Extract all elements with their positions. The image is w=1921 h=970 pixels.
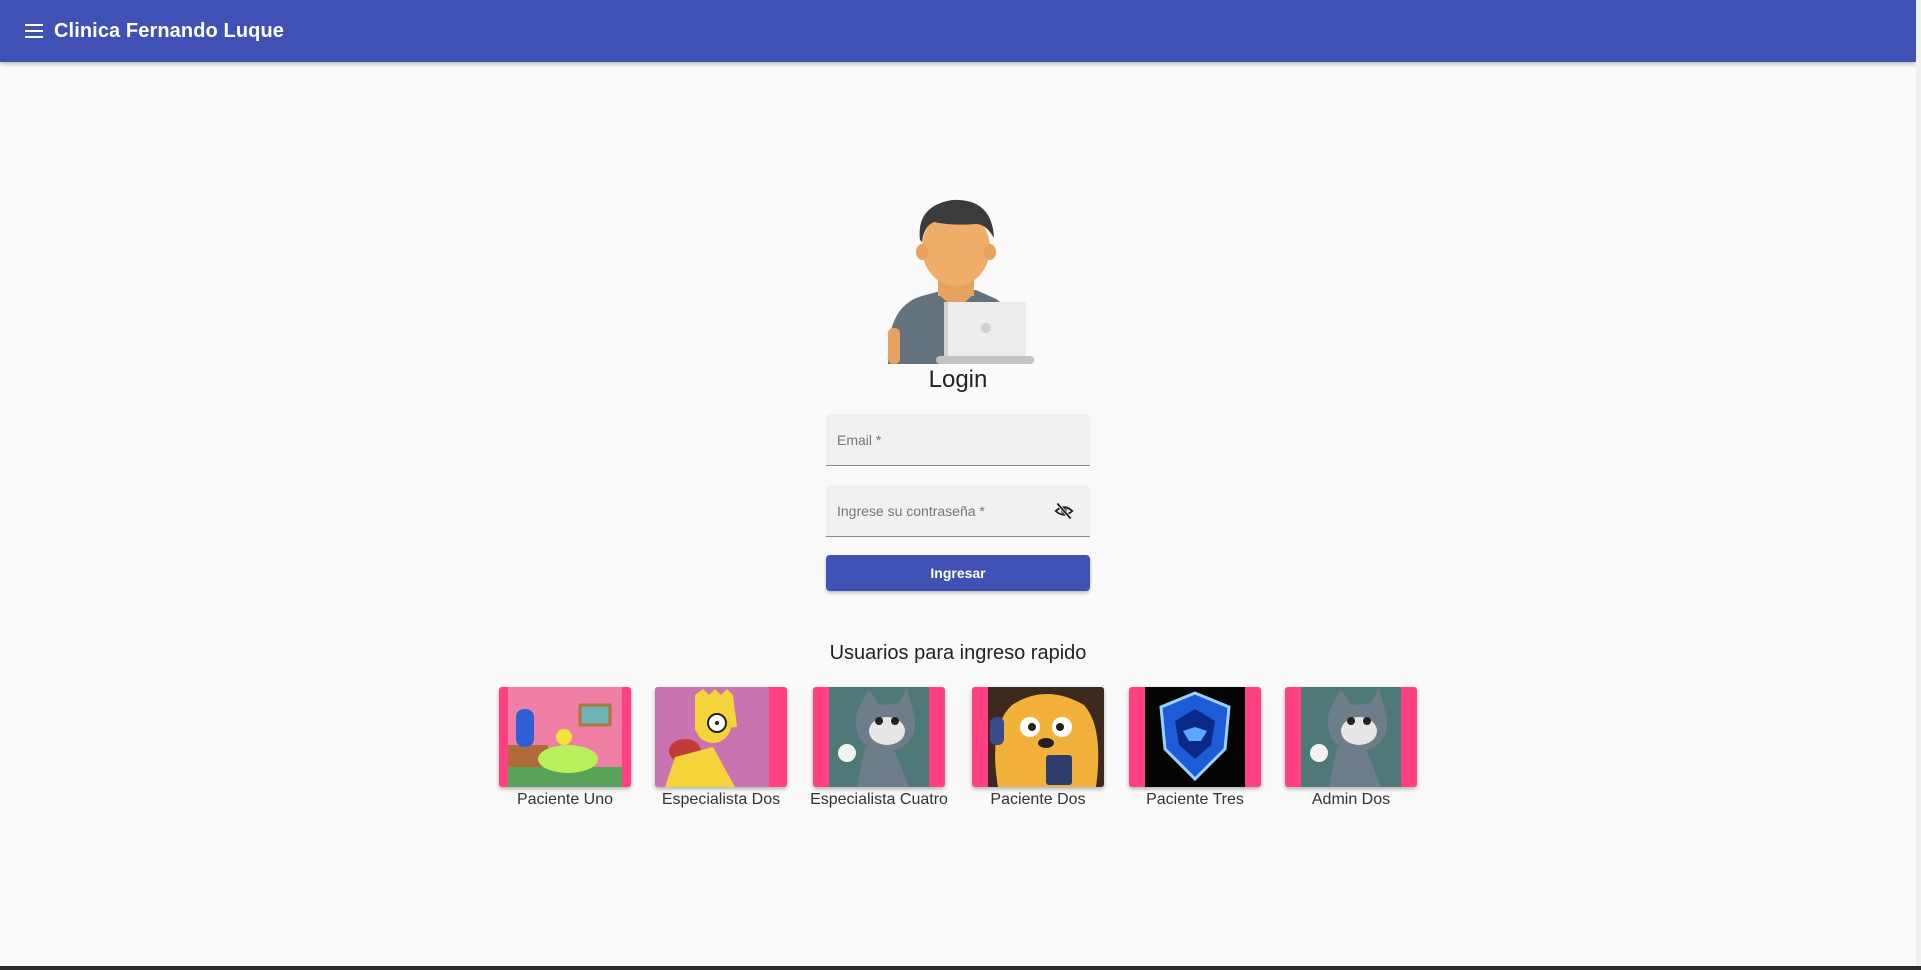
quick-user-name: Especialista Cuatro (810, 791, 948, 808)
quick-user-name: Paciente Uno (516, 791, 614, 808)
quick-user-especialista-dos[interactable]: Especialista Dos (651, 687, 791, 809)
page-viewport: Clinica Fernando Luque Login Ingresar Us… (0, 0, 1916, 966)
user-laptop-avatar-icon (887, 199, 1034, 364)
cartoon-boy-image (655, 687, 787, 787)
cartoon-cat-image (813, 687, 945, 787)
quick-user-name: Especialista Dos (661, 791, 781, 808)
quick-user-name: Paciente Dos (990, 791, 1086, 808)
quick-user-paciente-uno[interactable]: Paciente Uno (495, 687, 635, 809)
cartoon-dog-headphones-image (972, 687, 1104, 787)
quick-user-especialista-cuatro[interactable]: Especialista Cuatro (809, 687, 949, 809)
quick-user-paciente-dos[interactable]: Paciente Dos (968, 687, 1108, 809)
password-field[interactable] (826, 485, 1090, 537)
window-bottom-edge (0, 966, 1921, 970)
visibility-off-icon[interactable] (1054, 501, 1074, 521)
vertical-scrollbar[interactable] (1916, 0, 1921, 970)
quick-access-title: Usuarios para ingreso rapido (829, 642, 1087, 664)
quick-user-name: Admin Dos (1311, 791, 1391, 808)
cartoon-cat-image (1285, 687, 1417, 787)
cartoon-woman-image (499, 687, 631, 787)
quick-user-paciente-tres[interactable]: Paciente Tres (1125, 687, 1265, 809)
app-title: Clinica Fernando Luque (54, 19, 284, 42)
password-input[interactable] (826, 485, 1090, 536)
login-title: Login (928, 366, 988, 393)
menu-icon[interactable] (22, 19, 46, 43)
top-toolbar: Clinica Fernando Luque (0, 0, 1916, 62)
quick-user-admin-dos[interactable]: Admin Dos (1281, 687, 1421, 809)
email-input[interactable] (826, 414, 1090, 465)
login-submit-button[interactable]: Ingresar (826, 555, 1090, 591)
quick-user-name: Paciente Tres (1146, 791, 1244, 808)
email-field[interactable] (826, 414, 1090, 466)
blue-mascot-logo-image (1129, 687, 1261, 787)
